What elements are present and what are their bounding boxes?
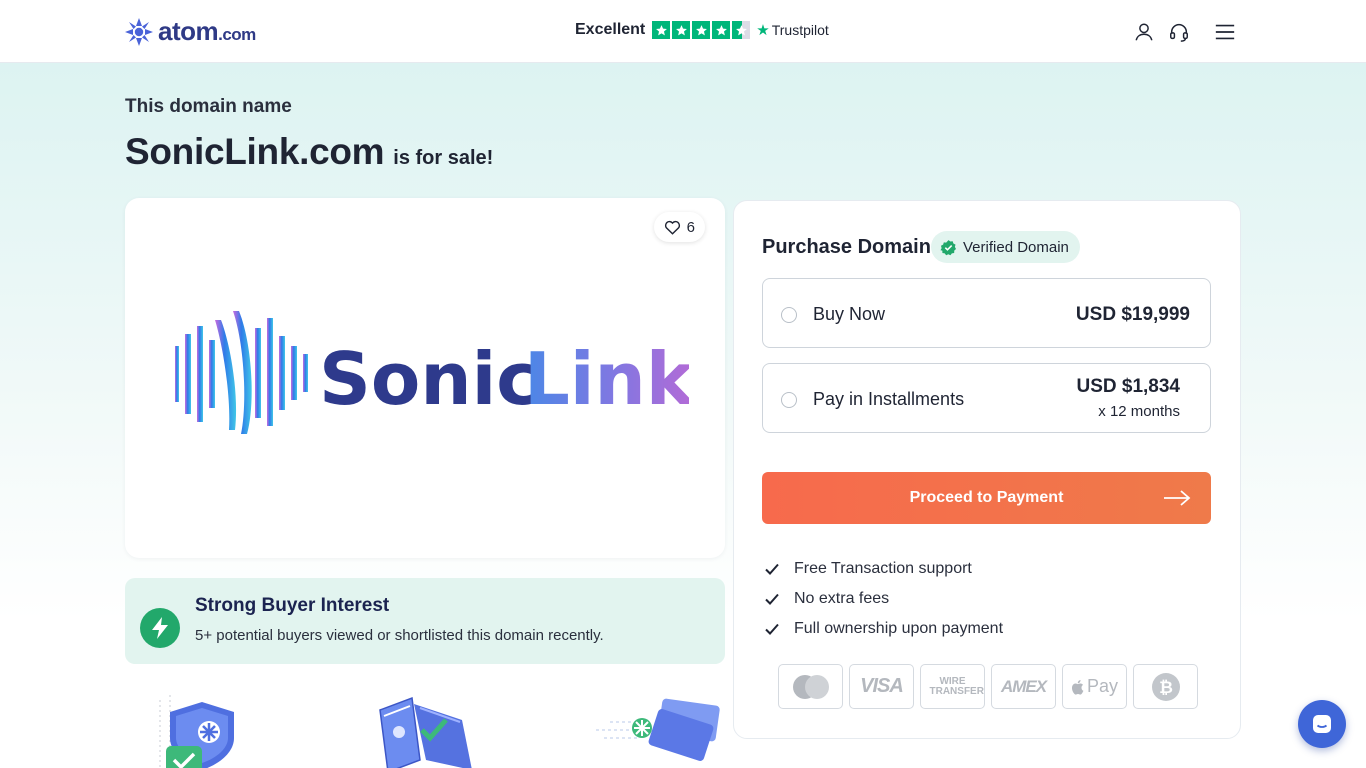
- sound-wave-icon: [175, 311, 308, 434]
- lightning-icon: [140, 608, 180, 648]
- atom-logo-icon: [125, 17, 153, 46]
- chat-icon: [1313, 715, 1331, 733]
- brand-word-sonic: Sonic: [319, 337, 539, 421]
- trustpilot-rating[interactable]: Excellent ★ Trustpilot: [575, 19, 829, 41]
- buy-now-radio[interactable]: [781, 307, 797, 323]
- documents-check-illustration: [379, 696, 472, 768]
- like-count: 6: [686, 218, 695, 236]
- option-label: Pay in Installments: [813, 389, 965, 409]
- for-sale-label: is for sale!: [393, 147, 494, 169]
- chat-launcher-button[interactable]: [1298, 700, 1346, 748]
- domain-logo-card: 6 Sonic Link: [125, 198, 725, 558]
- site-header: atom.com Excellent ★ Trustpilot: [0, 0, 1366, 63]
- svg-text:₿: ₿: [1159, 678, 1173, 698]
- purchase-panel: Purchase Domain Verified Domain Buy Now …: [733, 200, 1241, 739]
- trustpilot-label: Trustpilot: [771, 22, 829, 38]
- benefit-item: Free Transaction support: [764, 554, 1003, 584]
- buyer-interest-banner: Strong Buyer Interest 5+ potential buyer…: [125, 578, 725, 664]
- headset-icon[interactable]: [1168, 21, 1190, 43]
- logo-wordmark: atom.com: [158, 16, 256, 46]
- interest-title: Strong Buyer Interest: [195, 595, 390, 616]
- trust-label: Excellent: [575, 21, 646, 38]
- soniclink-brand-logo: Sonic Link: [175, 311, 689, 434]
- benefit-item: Full ownership upon payment: [764, 614, 1003, 644]
- verified-badge: Verified Domain: [931, 231, 1080, 263]
- check-icon: [765, 623, 779, 635]
- payment-methods: VISA WIRE TRANSFER AMEX Pay ₿: [778, 664, 1198, 709]
- proceed-to-payment-button[interactable]: Proceed to Payment: [762, 472, 1211, 524]
- option-price: USD $1,834: [1076, 376, 1180, 397]
- menu-icon[interactable]: [1214, 21, 1236, 43]
- purchase-title: Purchase Domain: [762, 236, 931, 258]
- star-icon: [712, 21, 731, 39]
- trustpilot-star-icon: ★: [756, 22, 770, 39]
- proceed-label: Proceed to Payment: [909, 489, 1064, 506]
- user-icon[interactable]: [1133, 21, 1155, 43]
- domain-headline: SonicLink.com is for sale!: [125, 131, 493, 173]
- interest-text: 5+ potential buyers viewed or shortliste…: [195, 627, 604, 644]
- option-buy-now[interactable]: Buy Now USD $19,999: [762, 278, 1211, 348]
- bitcoin-icon: ₿: [1133, 664, 1198, 709]
- amex-icon: AMEX: [991, 664, 1056, 709]
- arrow-right-icon: [1164, 490, 1191, 506]
- installments-radio[interactable]: [781, 392, 797, 408]
- like-button[interactable]: 6: [653, 212, 705, 242]
- verified-label: Verified Domain: [963, 238, 1069, 256]
- option-label: Buy Now: [813, 304, 886, 324]
- mastercard-icon: [778, 664, 843, 709]
- benefit-text: Free Transaction support: [794, 560, 972, 577]
- benefits-list: Free Transaction support No extra fees F…: [764, 554, 1003, 644]
- apple-icon: [1071, 679, 1084, 695]
- visa-icon: VISA: [849, 664, 914, 709]
- security-shield-illustration: [159, 695, 234, 768]
- check-icon: [765, 563, 779, 575]
- rating-stars: [652, 21, 751, 39]
- star-icon: [672, 21, 691, 39]
- headline-kicker: This domain name: [125, 96, 292, 117]
- benefit-item: No extra fees: [764, 584, 1003, 614]
- option-installments[interactable]: Pay in Installments USD $1,834 x 12 mont…: [762, 363, 1211, 433]
- installment-term: x 12 months: [1098, 403, 1180, 420]
- apple-pay-icon: Pay: [1062, 664, 1127, 709]
- verified-check-icon: [940, 239, 957, 255]
- brand-word-link: Link: [524, 337, 689, 421]
- payment-card-illustration: [596, 698, 720, 761]
- heart-icon: [664, 220, 680, 235]
- atom-logo[interactable]: atom.com: [124, 16, 256, 47]
- benefit-text: No extra fees: [794, 590, 890, 607]
- option-price: USD $19,999: [1075, 304, 1190, 325]
- star-icon: [652, 21, 671, 39]
- check-icon: [765, 593, 779, 605]
- wire-transfer-icon: WIRE TRANSFER: [920, 664, 985, 709]
- benefit-text: Full ownership upon payment: [794, 620, 1004, 637]
- domain-name: SonicLink.com: [125, 131, 385, 172]
- star-icon: [692, 21, 711, 39]
- trustpilot-brand: ★ Trustpilot: [756, 21, 829, 39]
- half-star-icon: [732, 21, 751, 39]
